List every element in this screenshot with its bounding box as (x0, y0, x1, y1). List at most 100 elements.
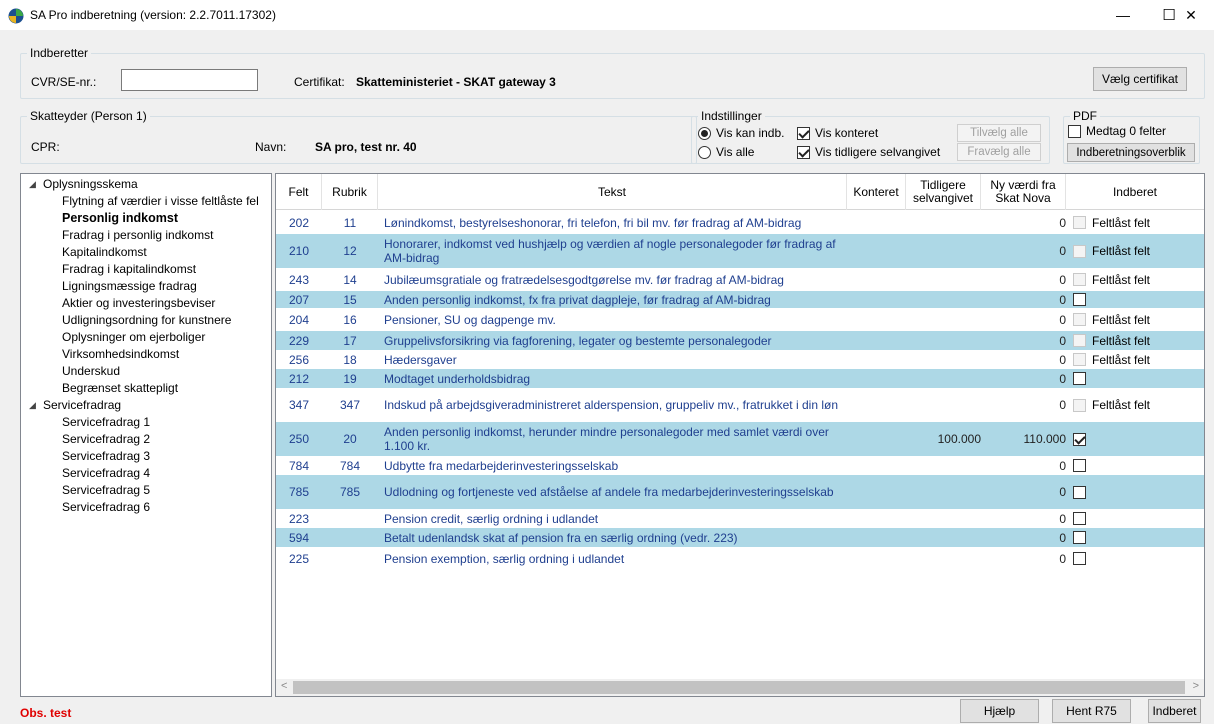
fetch-r75-button[interactable]: Hent R75 (1052, 699, 1131, 723)
col-header-indberet[interactable]: Indberet (1066, 174, 1204, 210)
tree-item[interactable]: Flytning af værdier i visse feltlåste fe… (62, 193, 259, 210)
select-all-button[interactable]: Tilvælg alle (957, 124, 1041, 142)
deselect-all-button[interactable]: Fravælg alle (957, 143, 1041, 161)
table-row[interactable]: 204 16 Pensioner, SU og dagpenge mv. 0 Feltl… (276, 308, 1204, 331)
chk-show-booked[interactable]: Vis konteret (797, 126, 878, 140)
category-tree[interactable]: ◢ Oplysningsskema Flytning af værdier i … (20, 173, 272, 697)
horizontal-scrollbar[interactable]: < > (276, 679, 1204, 696)
indberet-checkbox[interactable] (1073, 459, 1086, 472)
table-row[interactable]: 785 785 Udlodning og fortjeneste ved afstå… (276, 475, 1204, 509)
table-row[interactable]: 225 Pension exemption, særlig ordning i u… (276, 547, 1204, 570)
chk-show-previous[interactable]: Vis tidligere selvangivet (797, 145, 940, 159)
cvr-field[interactable] (121, 69, 258, 91)
tree-item[interactable]: Servicefradrag 1 (62, 414, 150, 431)
tree-item[interactable]: Fradrag i personlig indkomst (62, 227, 213, 244)
cell-ny-vaerdi[interactable]: 0 (981, 528, 1066, 547)
tree-item[interactable]: Ligningsmæssige fradrag (62, 278, 197, 295)
tree-item[interactable]: Begrænset skattepligt (62, 380, 178, 397)
cell-ny-vaerdi[interactable]: 0 (981, 456, 1066, 475)
indberet-checkbox[interactable] (1073, 552, 1086, 565)
cell-ny-vaerdi[interactable]: 0 (981, 234, 1066, 268)
table-row[interactable]: 784 784 Udbytte fra medarbejderinvestering… (276, 456, 1204, 475)
indberet-checkbox[interactable] (1073, 512, 1086, 525)
cell-ny-vaerdi[interactable]: 0 (981, 475, 1066, 509)
tree-root-oplysningsskema[interactable]: Oplysningsskema (43, 176, 138, 193)
table-row[interactable]: 207 15 Anden personlig indkomst, fx fra pr… (276, 291, 1204, 308)
indberet-checkbox[interactable] (1073, 432, 1086, 446)
radio-all-indicator[interactable] (698, 145, 711, 159)
scrollbar-thumb[interactable] (293, 681, 1185, 694)
tree-item[interactable]: Fradrag i kapitalindkomst (62, 261, 196, 278)
tree-item[interactable]: Servicefradrag 3 (62, 448, 150, 465)
cell-indberet: Feltlåst felt (1073, 234, 1203, 268)
cell-ny-vaerdi[interactable]: 0 (981, 268, 1066, 291)
overview-button[interactable]: Indberetningsoverblik (1067, 143, 1195, 162)
help-button[interactable]: Hjælp (960, 699, 1039, 723)
table-row[interactable]: 229 17 Gruppelivsforsikring via fagforenin… (276, 331, 1204, 350)
cell-ny-vaerdi[interactable]: 0 (981, 547, 1066, 570)
tree-root-servicefradrag[interactable]: Servicefradrag (43, 397, 121, 414)
close-button[interactable]: ✕ (1168, 0, 1214, 30)
col-header-felt[interactable]: Felt (276, 174, 322, 210)
cell-ny-vaerdi[interactable]: 0 (981, 509, 1066, 528)
cell-ny-vaerdi[interactable]: 110.000 (981, 422, 1067, 456)
cell-ny-vaerdi[interactable]: 0 (981, 211, 1066, 234)
tree-item[interactable]: Servicefradrag 2 (62, 431, 150, 448)
tree-item[interactable]: Servicefradrag 6 (62, 499, 150, 516)
tree-item[interactable]: Servicefradrag 4 (62, 465, 150, 482)
table-row[interactable]: 250 20 Anden personlig indkomst, herunder … (276, 422, 1204, 456)
col-header-ny-vaerdi[interactable]: Ny værdi fra Skat Nova (981, 174, 1066, 210)
radio-all[interactable]: Vis alle (698, 145, 754, 159)
indberet-checkbox[interactable] (1073, 531, 1086, 544)
chk-show-booked-box[interactable] (797, 126, 810, 140)
chk-include-zero[interactable]: Medtag 0 felter (1068, 124, 1166, 138)
table-row[interactable]: 212 19 Modtaget underholdsbidrag 0 (276, 369, 1204, 388)
tree-item[interactable]: Aktier og investeringsbeviser (62, 295, 215, 312)
table-row[interactable]: 223 Pension credit, særlig ordning i udla… (276, 509, 1204, 528)
table-row[interactable]: 347 347 Indskud på arbejdsgiveradministrer… (276, 388, 1204, 422)
table-row[interactable]: 594 Betalt udenlandsk skat af pension fra… (276, 528, 1204, 547)
chk-show-previous-box[interactable] (797, 145, 810, 159)
cell-tidligere (911, 456, 981, 475)
choose-certificate-button[interactable]: Vælg certifikat (1093, 67, 1187, 91)
cell-ny-vaerdi[interactable]: 0 (981, 291, 1066, 308)
cell-ny-vaerdi[interactable]: 0 (981, 308, 1066, 331)
data-grid[interactable]: Felt Rubrik Tekst Konteret Tidligere sel… (275, 173, 1205, 697)
col-header-rubrik[interactable]: Rubrik (322, 174, 378, 210)
col-header-konteret[interactable]: Konteret (847, 174, 906, 210)
cell-ny-vaerdi[interactable]: 0 (981, 369, 1066, 388)
col-header-tidligere[interactable]: Tidligere selvangivet (906, 174, 981, 210)
tree-item[interactable]: Kapitalindkomst (62, 244, 147, 261)
collapse-triangle-icon[interactable]: ◢ (29, 179, 36, 190)
cell-ny-vaerdi[interactable]: 0 (981, 388, 1066, 422)
indberet-checkbox[interactable] (1073, 485, 1086, 499)
cell-tekst: Indskud på arbejdsgiveradministreret ald… (384, 398, 838, 412)
tree-item[interactable]: Udligningsordning for kunstnere (62, 312, 231, 329)
tree-item[interactable]: Servicefradrag 5 (62, 482, 150, 499)
tree-item[interactable]: Personlig indkomst (62, 210, 178, 227)
tree-item[interactable]: Oplysninger om ejerboliger (62, 329, 205, 346)
collapse-triangle-icon[interactable]: ◢ (29, 400, 36, 411)
table-row[interactable]: 202 11 Lønindkomst, bestyrelseshonorar, fr… (276, 211, 1204, 234)
table-row[interactable]: 210 12 Honorarer, indkomst ved hushjælp og… (276, 234, 1204, 268)
minimize-button[interactable]: — (1100, 0, 1146, 30)
name-label: Navn: (255, 140, 287, 154)
taxpayer-name: SA pro, test nr. 40 (315, 140, 417, 154)
table-row[interactable]: 256 18 Hædersgaver 0 Feltlåst felt (276, 350, 1204, 369)
radio-can-report[interactable]: Vis kan indb. (698, 126, 785, 140)
indberet-checkbox[interactable] (1073, 372, 1086, 385)
col-header-tekst[interactable]: Tekst (378, 174, 847, 210)
cell-ny-vaerdi[interactable]: 0 (981, 331, 1066, 350)
tree-item[interactable]: Virksomhedsindkomst (62, 346, 179, 363)
table-row[interactable]: 243 14 Jubilæumsgratiale og fratrædelsesgo… (276, 268, 1204, 291)
tree-item[interactable]: Underskud (62, 363, 120, 380)
cell-ny-vaerdi[interactable]: 0 (981, 350, 1066, 369)
cell-felt: 594 (288, 530, 310, 545)
indberet-checkbox[interactable] (1073, 293, 1086, 306)
chk-include-zero-box[interactable] (1068, 124, 1081, 138)
scroll-right-icon[interactable]: > (1193, 680, 1199, 692)
locked-field-label: Feltlåst felt (1092, 272, 1151, 287)
radio-can-report-indicator[interactable] (698, 126, 711, 140)
submit-button[interactable]: Indberet (1148, 699, 1201, 723)
scroll-left-icon[interactable]: < (281, 680, 287, 692)
